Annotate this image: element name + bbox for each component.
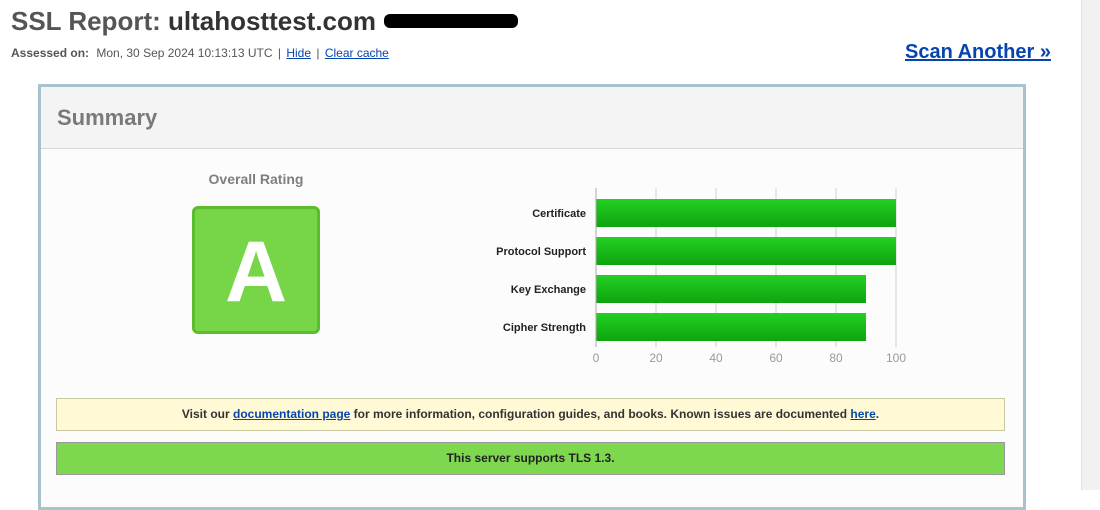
- hostname: ultahosttest.com: [167, 6, 377, 36]
- rating-chart: 0 20 40 60 80 100 Certificate Protocol Support K…: [496, 188, 906, 365]
- category-label: Cipher Strength: [503, 322, 586, 334]
- x-tick-label: 40: [709, 351, 723, 365]
- separator: |: [277, 46, 281, 60]
- x-tick-label: 60: [769, 351, 783, 365]
- summary-panel: Summary Overall Rating A 0 20 40 60 80 100 Cer…: [38, 84, 1026, 510]
- page-title: SSL Report: ultahosttest.com: [11, 6, 519, 37]
- known-issues-link[interactable]: here: [850, 407, 875, 421]
- redacted-ip: [384, 14, 519, 29]
- assessed-label: Assessed on:: [11, 46, 90, 60]
- separator: |: [316, 46, 320, 60]
- clear-cache-link[interactable]: Clear cache: [325, 46, 389, 60]
- hide-link[interactable]: Hide: [286, 46, 311, 60]
- title-prefix: SSL Report:: [11, 6, 168, 36]
- x-tick-label: 20: [649, 351, 663, 365]
- category-label: Certificate: [532, 208, 586, 220]
- x-tick-label: 100: [886, 351, 906, 365]
- page-scrollbar[interactable]: [1081, 0, 1100, 490]
- assessed-date: Mon, 30 Sep 2024 10:13:13 UTC: [96, 46, 273, 60]
- scan-another-link[interactable]: Scan Another »: [905, 41, 1051, 64]
- x-tick-label: 0: [593, 351, 600, 365]
- doc-middle: for more information, configuration guid…: [350, 407, 851, 421]
- doc-prefix: Visit our: [181, 407, 233, 421]
- tls-support-notice: This server supports TLS 1.3.: [56, 442, 1005, 475]
- bar: [596, 313, 866, 341]
- bar: [596, 275, 866, 303]
- assessed-line: Assessed on: Mon, 30 Sep 2024 10:13:13 U…: [11, 46, 389, 60]
- bar: [596, 199, 896, 227]
- documentation-link[interactable]: documentation page: [233, 407, 350, 421]
- category-label: Key Exchange: [511, 284, 586, 296]
- doc-suffix: .: [875, 407, 880, 421]
- category-label: Protocol Support: [496, 246, 586, 258]
- bar: [596, 237, 896, 265]
- documentation-notice: Visit our documentation page for more in…: [56, 398, 1005, 431]
- x-tick-label: 80: [829, 351, 843, 365]
